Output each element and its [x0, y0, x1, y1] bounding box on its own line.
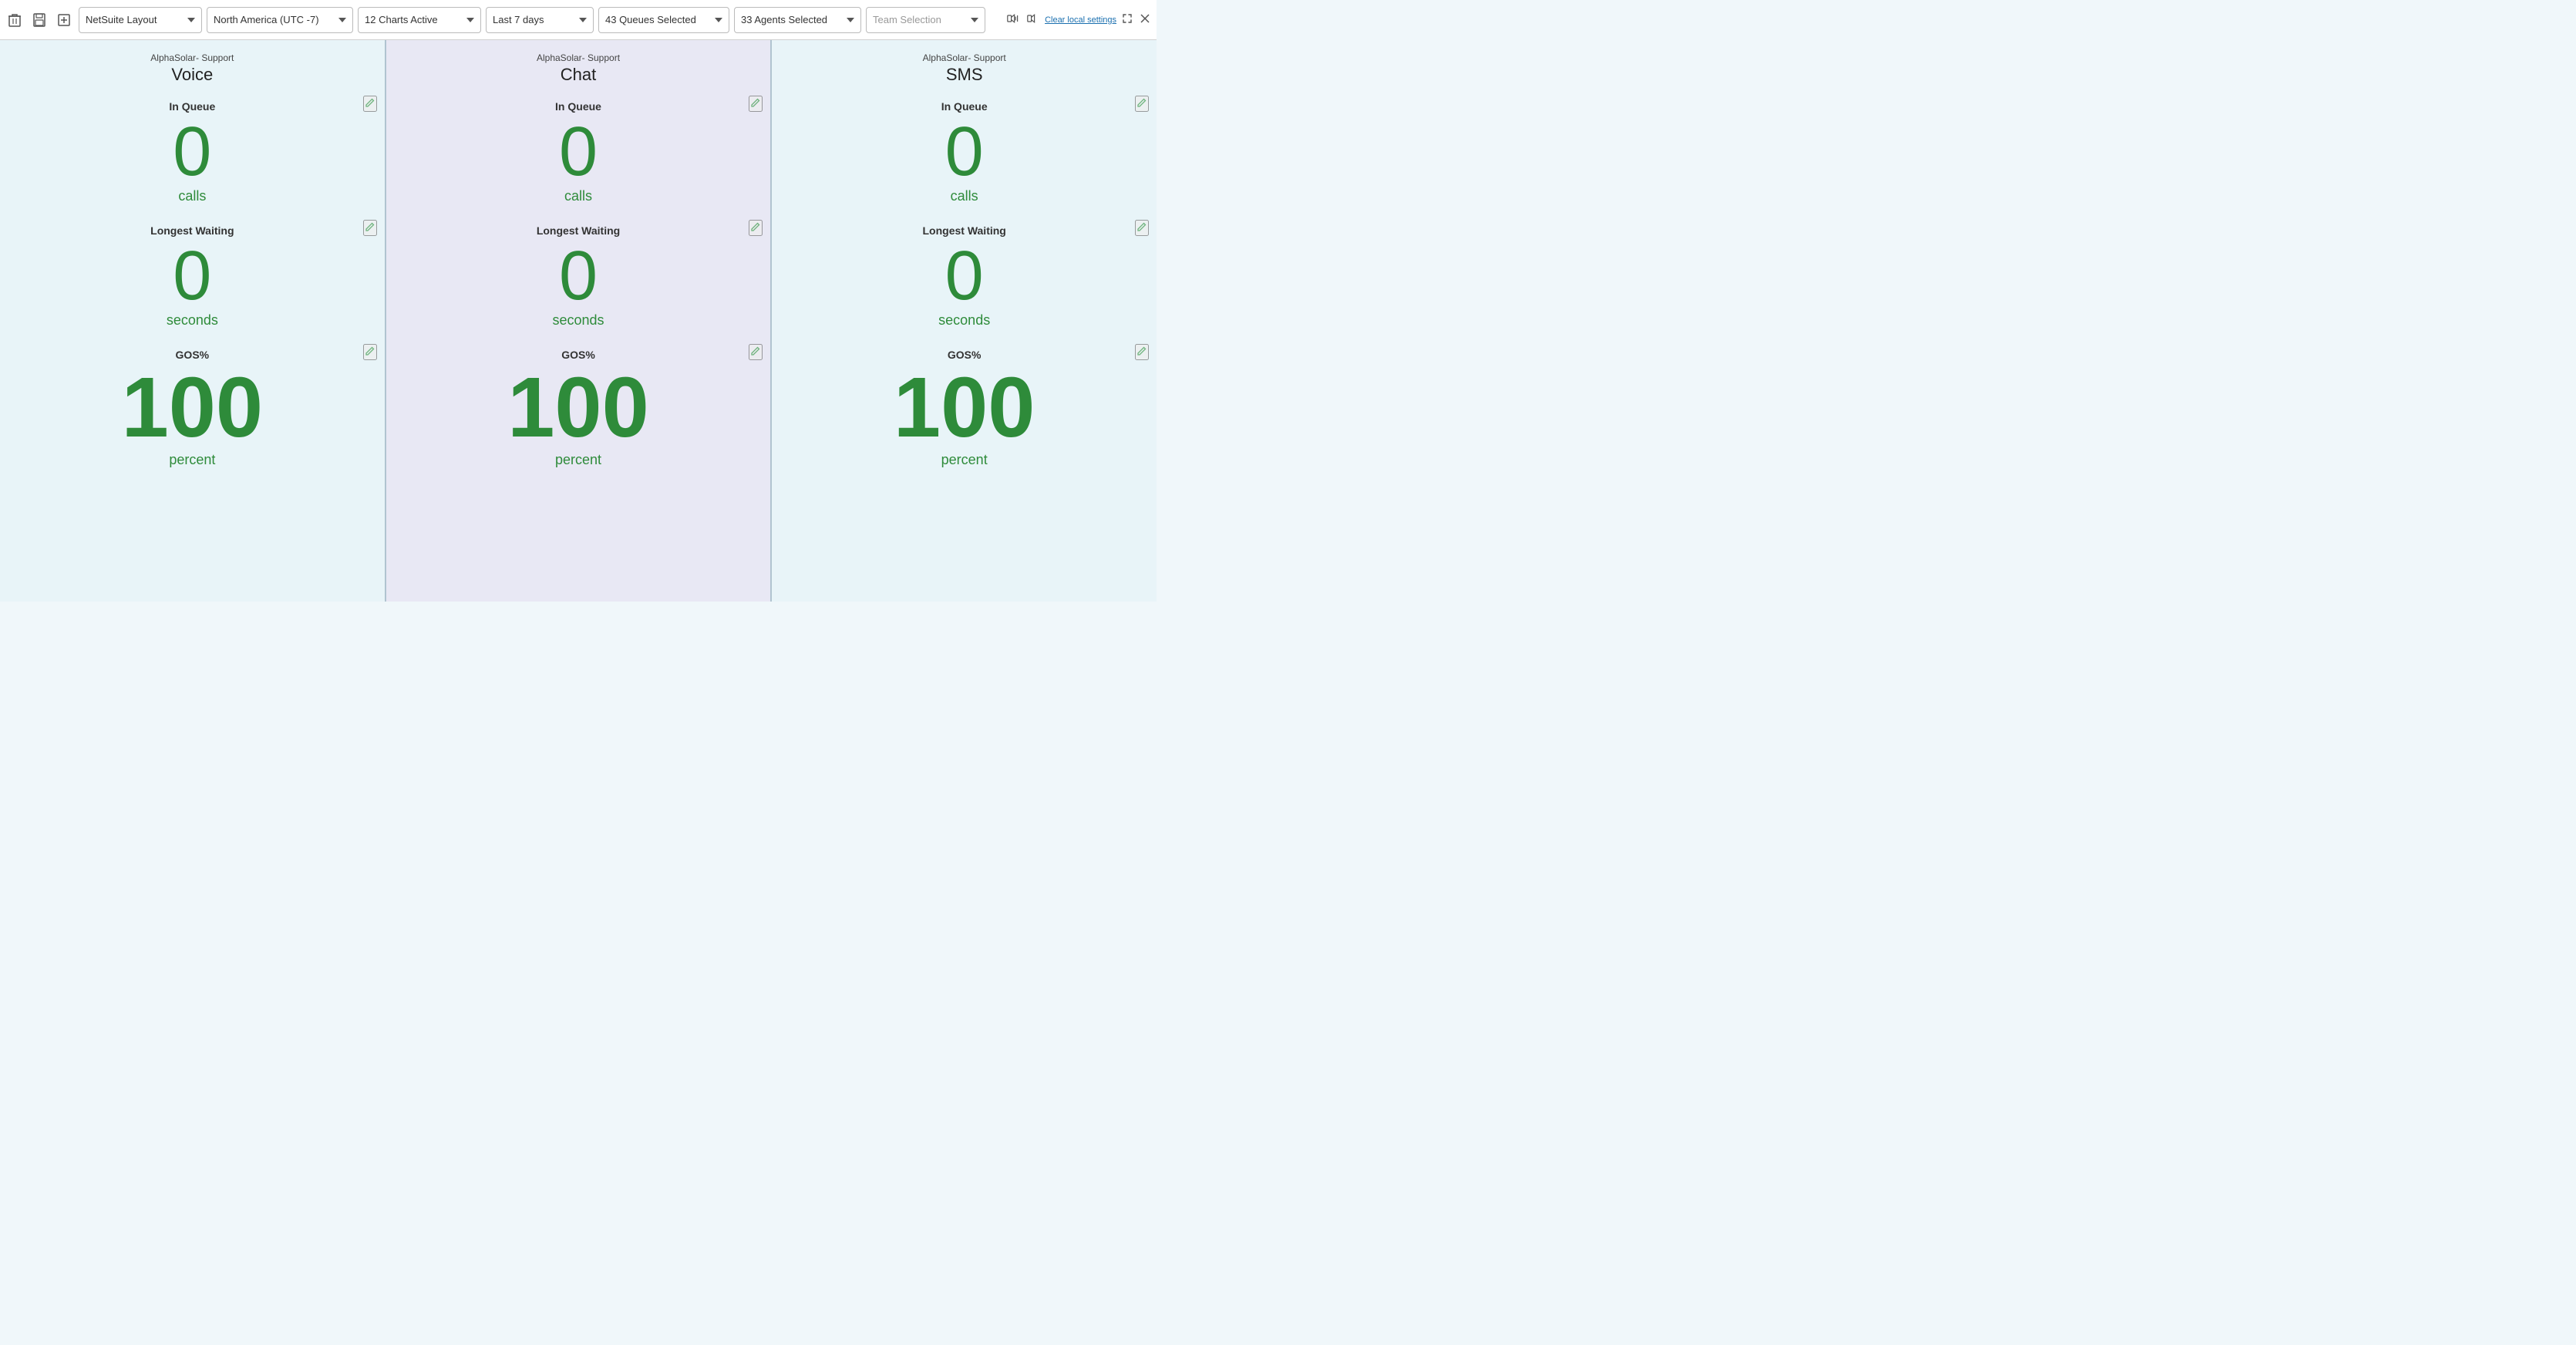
voice-waiting-edit[interactable] [363, 220, 377, 236]
save-button[interactable] [29, 10, 49, 30]
sms-title: SMS [772, 65, 1157, 85]
voice-gos-unit: percent [15, 452, 369, 468]
sms-waiting-label: Longest Waiting [787, 224, 1141, 237]
voice-title: Voice [0, 65, 385, 85]
sms-inqueue-label: In Queue [787, 100, 1141, 113]
sms-inqueue-block: In Queue 0 calls [772, 88, 1157, 212]
sms-inqueue-unit: calls [787, 188, 1141, 204]
chat-waiting-edit[interactable] [749, 220, 763, 236]
voice-inqueue-unit: calls [15, 188, 369, 204]
toolbar-right: Clear local settings [1005, 9, 1152, 31]
sms-gos-edit[interactable] [1135, 344, 1149, 360]
chat-inqueue-edit[interactable] [749, 96, 763, 112]
charts-select[interactable]: 12 Charts Active 6 Charts Active All Cha… [358, 7, 481, 33]
voice-gos-block: GOS% 100 percent [0, 336, 385, 476]
sms-waiting-value: 0 [787, 241, 1141, 311]
voice-gos-value: 100 [15, 366, 369, 450]
queues-select[interactable]: 43 Queues Selected All Queues None [598, 7, 729, 33]
chat-gos-value: 100 [402, 366, 756, 450]
agents-select[interactable]: 33 Agents Selected All Agents None [734, 7, 861, 33]
expand-button[interactable] [1120, 11, 1135, 29]
chart-area: AlphaSolar- Support Voice In Queue 0 cal… [0, 40, 1157, 602]
voice-inqueue-edit[interactable] [363, 96, 377, 112]
chat-inqueue-label: In Queue [402, 100, 756, 113]
chat-gos-label: GOS% [402, 349, 756, 361]
chat-title: Chat [386, 65, 771, 85]
sms-inqueue-value: 0 [787, 117, 1141, 187]
chat-gos-block: GOS% 100 percent [386, 336, 771, 476]
chat-inqueue-value: 0 [402, 117, 756, 187]
close-button[interactable] [1138, 11, 1152, 29]
chat-panel: AlphaSolar- Support Chat In Queue 0 call… [386, 40, 771, 602]
layout-select[interactable]: NetSuite Layout Default Layout Custom La… [79, 7, 202, 33]
voice-inqueue-block: In Queue 0 calls [0, 88, 385, 212]
sms-waiting-edit[interactable] [1135, 220, 1149, 236]
chat-subtitle: AlphaSolar- Support [386, 52, 771, 63]
voice-gos-edit[interactable] [363, 344, 377, 360]
chat-inqueue-unit: calls [402, 188, 756, 204]
voice-waiting-unit: seconds [15, 312, 369, 329]
voice-inqueue-value: 0 [15, 117, 369, 187]
chat-waiting-block: Longest Waiting 0 seconds [386, 212, 771, 336]
chat-gos-unit: percent [402, 452, 756, 468]
timezone-select[interactable]: North America (UTC -7) UTC Europe (UTC +… [207, 7, 353, 33]
chat-inqueue-block: In Queue 0 calls [386, 88, 771, 212]
clear-local-button[interactable]: Clear local settings [1045, 15, 1116, 25]
delete-button[interactable] [5, 10, 25, 30]
sms-gos-unit: percent [787, 452, 1141, 468]
voice-gos-label: GOS% [15, 349, 369, 361]
sms-panel-header: AlphaSolar- Support SMS [772, 46, 1157, 88]
toolbar: NetSuite Layout Default Layout Custom La… [0, 0, 1157, 40]
voice-waiting-block: Longest Waiting 0 seconds [0, 212, 385, 336]
voice-waiting-value: 0 [15, 241, 369, 311]
chat-waiting-unit: seconds [402, 312, 756, 329]
voice-inqueue-label: In Queue [15, 100, 369, 113]
voice-waiting-label: Longest Waiting [15, 224, 369, 237]
sms-gos-block: GOS% 100 percent [772, 336, 1157, 476]
team-select[interactable]: Team Selection Team A Team B [866, 7, 985, 33]
sms-gos-value: 100 [787, 366, 1141, 450]
sms-gos-label: GOS% [787, 349, 1141, 361]
sound-button[interactable] [1005, 9, 1022, 31]
voice-subtitle: AlphaSolar- Support [0, 52, 385, 63]
chat-panel-header: AlphaSolar- Support Chat [386, 46, 771, 88]
add-button[interactable] [54, 11, 74, 29]
voice-panel: AlphaSolar- Support Voice In Queue 0 cal… [0, 40, 385, 602]
chat-gos-edit[interactable] [749, 344, 763, 360]
chat-waiting-label: Longest Waiting [402, 224, 756, 237]
chat-waiting-value: 0 [402, 241, 756, 311]
daterange-select[interactable]: Last 7 days Last 30 days Today [486, 7, 594, 33]
voice-panel-header: AlphaSolar- Support Voice [0, 46, 385, 88]
sms-waiting-block: Longest Waiting 0 seconds [772, 212, 1157, 336]
sms-panel: AlphaSolar- Support SMS In Queue 0 calls… [772, 40, 1157, 602]
volume-button[interactable] [1025, 9, 1042, 31]
sms-inqueue-edit[interactable] [1135, 96, 1149, 112]
sms-subtitle: AlphaSolar- Support [772, 52, 1157, 63]
sms-waiting-unit: seconds [787, 312, 1141, 329]
